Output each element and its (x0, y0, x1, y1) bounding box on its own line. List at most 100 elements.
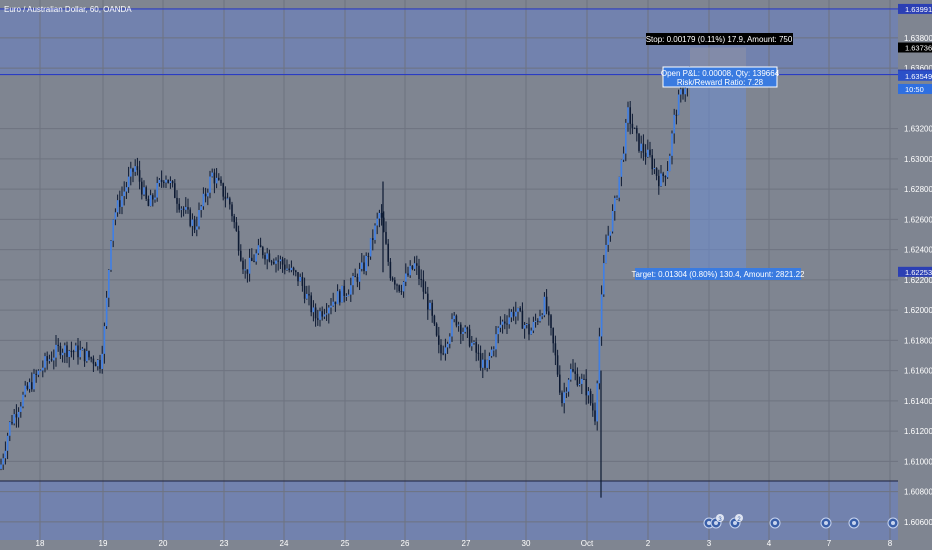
candle-body (396, 284, 398, 286)
target-zone (690, 74, 746, 272)
candle-body (471, 342, 473, 347)
candle-body (684, 88, 686, 95)
candle-body (35, 373, 37, 375)
time-tick-label: 25 (341, 539, 350, 548)
candle-body (325, 313, 328, 315)
candle-body (332, 301, 334, 306)
candle-body (123, 191, 125, 197)
candle-body (222, 183, 224, 197)
candle-body (301, 276, 304, 286)
candle-body (105, 297, 108, 327)
candle-body (262, 247, 264, 256)
candle-body (242, 260, 244, 270)
time-tick-label: 8 (888, 539, 893, 548)
candle-body (631, 123, 634, 128)
chart-title: Euro / Australian Dollar, 60, OANDA (4, 5, 132, 14)
candle-body (4, 450, 7, 459)
candle-body (438, 335, 440, 345)
candle-body (495, 334, 497, 350)
candle-body (376, 218, 378, 226)
candle-body (526, 324, 528, 326)
candle-body (561, 392, 563, 404)
price-tick-label: 1.60600 (904, 518, 932, 527)
candle-body (94, 363, 97, 367)
candle-body (42, 367, 44, 371)
candle-body (328, 307, 330, 314)
candle-body (207, 192, 209, 197)
calendar-event-icon[interactable] (887, 517, 899, 529)
candle-body (306, 293, 308, 299)
price-tick-label: 1.62600 (904, 215, 932, 224)
candle-body (570, 369, 572, 380)
candle-body (182, 208, 185, 210)
price-tick-label: 1.61400 (904, 397, 932, 406)
candle-body (473, 342, 475, 344)
calendar-event-icon[interactable] (848, 517, 860, 529)
candle-body (37, 370, 40, 375)
candle-body (548, 311, 550, 316)
time-tick-label: 23 (220, 539, 229, 548)
candle-body (246, 269, 249, 274)
price-tick-label: 1.62400 (904, 246, 932, 255)
candle-body (444, 347, 447, 354)
candle-body (493, 349, 495, 351)
candle-body (581, 378, 583, 384)
candle-body (321, 311, 323, 317)
candle-body (90, 357, 92, 359)
candle-body (572, 369, 574, 372)
candle-body (539, 316, 541, 322)
calendar-event-icon[interactable] (820, 517, 832, 529)
candle-body (446, 343, 449, 348)
candle-body (616, 197, 618, 199)
candle-body (187, 207, 189, 210)
range-shade-bottom (0, 481, 898, 540)
candle-body (501, 321, 504, 325)
candle-body (462, 331, 464, 334)
candle-body (244, 269, 246, 271)
candle-body (141, 181, 143, 195)
candle-body (224, 196, 227, 199)
candle-body (398, 285, 400, 292)
candle-body (255, 253, 257, 262)
candle-body (57, 344, 59, 346)
candle-body (405, 273, 407, 282)
candle-body (545, 296, 548, 312)
candle-body (413, 263, 416, 269)
candle-body (61, 352, 64, 356)
candle-body (50, 359, 53, 361)
candle-body (13, 414, 15, 424)
candle-body (666, 171, 669, 178)
candle-body (669, 155, 671, 172)
candle-body (477, 352, 480, 354)
candle-body (253, 260, 255, 262)
candle-body (653, 168, 656, 170)
candle-body (147, 198, 150, 207)
price-tag-label: 10:50 (905, 85, 924, 94)
candle-body (658, 175, 660, 187)
candle-body (550, 315, 552, 328)
price-tag-label: 1.63736 (905, 43, 932, 52)
candle-body (543, 296, 546, 316)
candle-body (226, 198, 229, 200)
price-tick-label: 1.63800 (904, 34, 932, 43)
candle-body (532, 321, 535, 331)
candle-body (372, 238, 374, 240)
chart: Euro / Australian Dollar, 60, OANDA Stop… (0, 0, 932, 550)
price-tick-label: 1.62000 (904, 306, 932, 315)
candle-body (638, 133, 640, 151)
candle-body (488, 356, 491, 361)
candle-body (673, 114, 675, 134)
candle-body (636, 128, 638, 134)
candle-body (310, 295, 312, 313)
candle-body (585, 378, 587, 396)
calendar-event-icon[interactable] (769, 517, 781, 529)
candle-body (204, 193, 207, 197)
candle-body (350, 285, 352, 295)
candle-body (211, 172, 213, 177)
candle-body (130, 168, 132, 177)
candle-body (103, 326, 106, 354)
candle-body (378, 212, 381, 219)
time-tick-label: 20 (159, 539, 168, 548)
time-tick-label: 3 (707, 539, 712, 548)
candle-body (644, 152, 647, 157)
